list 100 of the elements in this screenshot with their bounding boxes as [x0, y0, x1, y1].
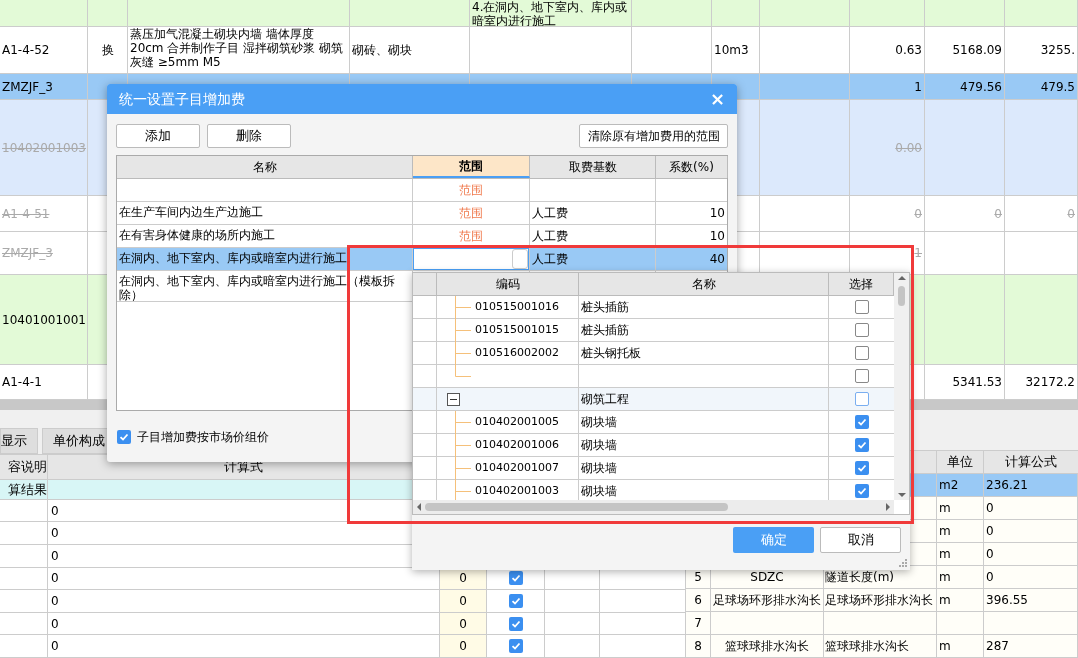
checkbox[interactable] — [854, 461, 869, 475]
table-cell-text: 0 — [914, 205, 922, 223]
column-header[interactable]: 范围 — [413, 156, 530, 178]
clear-button[interactable]: 清除原有增加费用的范围 — [579, 124, 728, 148]
table-cell-text: 10401001001 — [2, 311, 86, 329]
toolbar-button[interactable]: 删除 — [207, 124, 291, 148]
table-cell-text: 40 — [709, 251, 725, 268]
checkbox[interactable] — [854, 300, 869, 314]
table-cell-text: 0 — [51, 593, 59, 610]
tab[interactable]: 显示 — [0, 428, 38, 455]
scope-field[interactable] — [413, 248, 529, 270]
table-cell-text: 篮球球排水沟长 — [825, 638, 909, 655]
checkbox[interactable] — [854, 415, 869, 429]
check-icon — [510, 596, 521, 606]
checkbox[interactable] — [854, 484, 869, 498]
table-cell-text: 1 — [914, 245, 922, 262]
table-cell-text: 10m3 — [714, 42, 749, 59]
table-cell-text: 篮球球排水沟长 — [725, 638, 809, 655]
column-header: 单位 — [937, 451, 984, 473]
table-cell-text: m — [939, 500, 951, 517]
table-cell-text: 桩头插筋 — [581, 322, 629, 339]
table-row[interactable]: 010516002002 桩头钢托板 — [413, 342, 894, 365]
option-label: 子目增加费按市场价组价 — [137, 429, 269, 446]
table-row[interactable]: 在生产车间内边生产边施工 范围 人工费 10 — [117, 202, 727, 225]
table-cell-text: 8 — [694, 638, 702, 655]
dialog-button[interactable]: 取消 — [820, 527, 901, 553]
checkbox[interactable] — [508, 571, 523, 586]
table-cell-text: 0 — [986, 523, 994, 540]
table-cell-text: 10 — [709, 228, 725, 245]
table-row[interactable]: 010515001016 桩头插筋 — [413, 296, 894, 319]
table-cell: 在生产车间内边生产边施工 — [119, 205, 263, 219]
table-cell-text: 0.63 — [895, 42, 922, 59]
table-cell-text: 010402001006 — [475, 436, 559, 453]
table-row[interactable]: 010402001005 砌块墙 — [413, 411, 894, 434]
checkbox[interactable] — [854, 369, 869, 383]
dropdown-button[interactable] — [512, 249, 528, 269]
column-header: 计算公式 — [1004, 453, 1058, 472]
table-cell-text: 396.55 — [986, 592, 1028, 609]
table-cell-text: m — [939, 523, 951, 540]
check-icon — [510, 618, 521, 629]
table-cell-text: 足球场环形排水沟长 — [825, 592, 933, 609]
checkbox[interactable] — [854, 438, 869, 452]
collapse-icon[interactable] — [447, 392, 460, 406]
horizontal-scrollbar[interactable] — [413, 500, 894, 514]
column-header: 名称 — [579, 273, 829, 295]
column-header[interactable]: 系数(%) — [656, 156, 728, 178]
tree-line — [455, 457, 471, 480]
table-cell-text: 0.00 — [895, 139, 922, 157]
table-cell-text: 479.56 — [960, 78, 1002, 96]
table-cell-text: 010402001007 — [475, 459, 559, 476]
table-cell-text: 0 — [986, 500, 994, 517]
table-cell-text: 砌筑工程 — [581, 391, 629, 408]
table-cell-text: 砌砖、砌块 — [352, 42, 412, 59]
column-header[interactable]: 取费基数 — [530, 156, 656, 178]
table-cell-text: 010516002002 — [475, 344, 559, 361]
table-cell-text: 1 — [914, 78, 922, 96]
table-row[interactable]: 在洞内、地下室内、库内或暗室内进行施工 人工费 40 — [117, 248, 727, 271]
table-cell-text: 5 — [694, 569, 702, 586]
toolbar-button[interactable]: 添加 — [116, 124, 200, 148]
table-cell: 算结果 — [0, 479, 48, 499]
checkbox[interactable] — [854, 392, 869, 406]
table-cell-text: 0 — [51, 525, 59, 543]
table-cell-text: 10 — [709, 205, 725, 222]
table-cell-text: 5341.53 — [952, 374, 1002, 391]
table-cell-text: 0 — [986, 569, 994, 586]
table-cell-text: 32172.2 — [1025, 374, 1075, 391]
table-cell: 4.在洞内、地下室内、库内或暗室内进行施工 — [472, 0, 629, 26]
table-cell-text: 在洞内、地下室内、库内或暗室内进行施工（模板拆除） — [119, 274, 396, 302]
table-cell-text: A1-4-51 — [2, 205, 50, 223]
table-cell-text: 010402001003 — [475, 482, 559, 499]
table-cell: 0 — [440, 612, 487, 635]
check-icon — [510, 641, 521, 652]
scrollbar[interactable] — [894, 273, 909, 500]
table-cell-text: 换 — [101, 42, 114, 59]
checkbox[interactable] — [508, 594, 523, 608]
check-icon — [856, 417, 867, 427]
table-row[interactable]: 010402001006 砌块墙 — [413, 434, 894, 457]
table-cell: 0 — [440, 635, 487, 657]
table-row[interactable]: 010402001007 砌块墙 — [413, 457, 894, 480]
check-icon — [119, 432, 129, 442]
table-cell-text: 010515001016 — [475, 298, 559, 315]
table-row[interactable]: 010515001015 桩头插筋 — [413, 319, 894, 342]
checkbox[interactable] — [117, 430, 131, 444]
table-cell-text: 0 — [51, 615, 59, 633]
table-cell-text: 砌块墙 — [581, 437, 617, 454]
table-cell-text: 0 — [994, 205, 1002, 223]
checkbox[interactable] — [508, 639, 523, 654]
checkbox[interactable] — [854, 346, 869, 360]
table-cell-text: 0 — [51, 502, 59, 520]
table-cell-text: ZMZJF_3 — [2, 245, 53, 262]
tree-line — [455, 319, 471, 342]
table-cell-text: 蒸压加气混凝土砌块内墙 墙体厚度 20cm 合并制作子目 湿拌砌筑砂浆 砌筑灰缝 ≥5mm M5 — [130, 27, 344, 69]
checkbox[interactable] — [854, 323, 869, 337]
table-cell-text: 287 — [986, 638, 1009, 655]
column-header: 编码 — [437, 273, 579, 295]
checkbox[interactable] — [508, 616, 523, 631]
table-cell-text: 010515001015 — [475, 321, 559, 338]
table-cell-text: 3255. — [1040, 42, 1075, 59]
column-header: 容说明 — [0, 455, 48, 479]
tree-line — [455, 480, 471, 500]
